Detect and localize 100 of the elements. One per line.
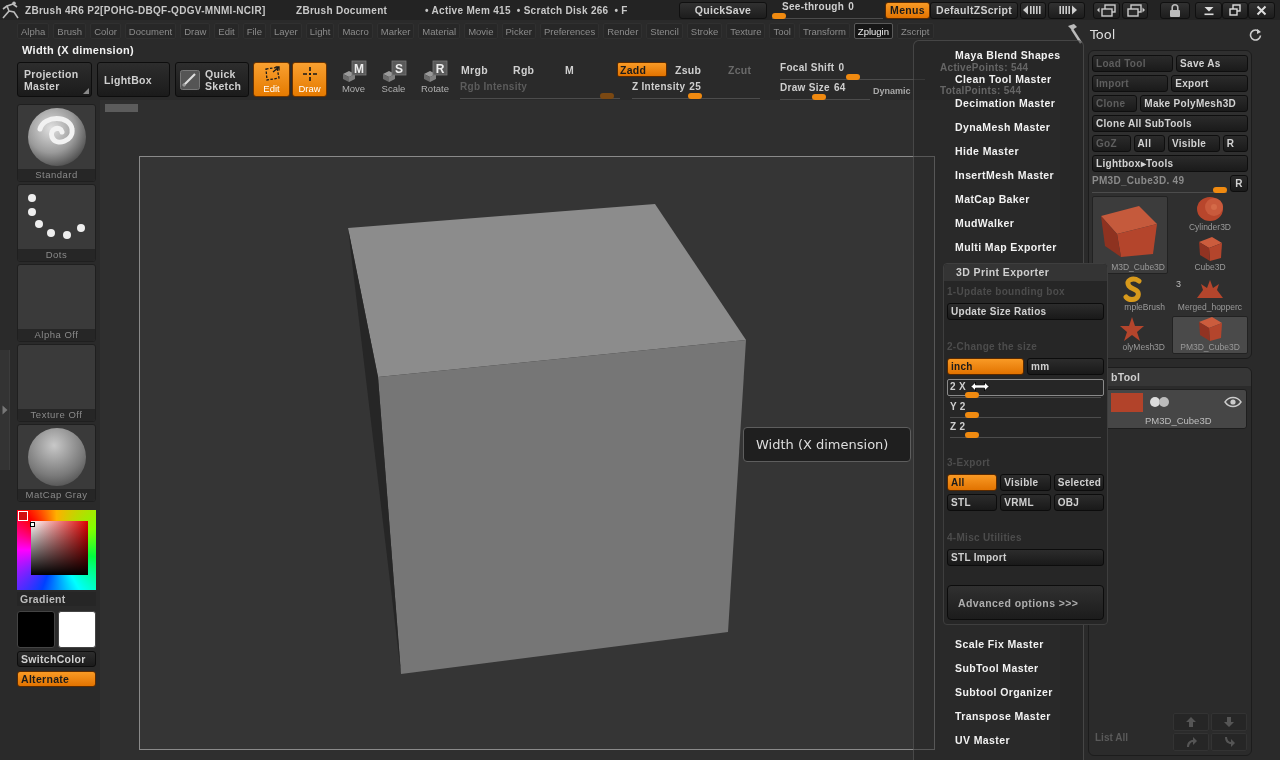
projection-master-button[interactable]: Projection Master [17, 62, 92, 97]
palette-button[interactable]: Clone All SubTools [1092, 115, 1248, 132]
brush-button[interactable]: Standard [17, 104, 96, 182]
move-button[interactable]: M Move [335, 62, 372, 97]
advanced-options-button[interactable]: Advanced options >>> [947, 585, 1104, 620]
scrollbar-thumb[interactable] [105, 104, 138, 112]
intensity-slider[interactable]: Z Intensity 25 [632, 81, 760, 99]
menu-item[interactable]: Maya Blend Shapes [955, 48, 1061, 62]
menu-tab[interactable]: Edit [214, 23, 239, 39]
color-swatch-icon[interactable] [58, 611, 96, 648]
menu-tab[interactable]: Stencil [646, 23, 683, 39]
panel-button[interactable]: Update Size Ratios [947, 303, 1104, 320]
channel-toggle[interactable]: Rgb [512, 62, 564, 77]
menu-tab[interactable]: Preferences [539, 23, 600, 39]
menu-tab[interactable]: Transform [798, 23, 850, 39]
minimize-button[interactable] [1195, 1, 1222, 19]
color-swatch-icon[interactable] [17, 611, 55, 648]
collapse-handle[interactable] [0, 350, 10, 470]
script-button[interactable]: DefaultZScript [930, 1, 1018, 19]
depth-mode-toggle[interactable]: Zadd [617, 62, 667, 77]
slider-thumb[interactable] [772, 13, 786, 19]
channel-toggle[interactable]: M [564, 62, 617, 77]
slider-track[interactable] [772, 13, 883, 19]
menu-tab[interactable]: Light [305, 23, 335, 39]
menu-item[interactable]: UV Master [955, 733, 1010, 747]
menu-tab[interactable]: Macro [338, 23, 373, 39]
tool-thumbnail[interactable]: Merged_hopperc 3 [1172, 276, 1248, 314]
tray-right-button[interactable] [1048, 1, 1085, 19]
menu-tab[interactable]: Render [603, 23, 643, 39]
option-button[interactable]: Selected [1053, 474, 1104, 491]
menu-tab[interactable]: Draw [180, 23, 211, 39]
palette-button[interactable]: Export [1171, 75, 1248, 92]
palette-button[interactable]: All [1133, 135, 1165, 152]
gradient-button[interactable]: Gradient [17, 592, 96, 606]
slider-thumb[interactable] [965, 432, 980, 438]
layout-button[interactable] [1122, 1, 1148, 19]
quick-sketch-button[interactable]: Quick Sketch [175, 62, 249, 97]
slider-thumb[interactable] [811, 94, 826, 100]
file-format-button[interactable]: OBJ [1053, 494, 1104, 511]
palette-button[interactable]: Make PolyMesh3D [1140, 95, 1248, 112]
dynamic-label[interactable]: Dynamic [873, 86, 911, 100]
menu-item[interactable]: Scale Fix Master [955, 637, 1044, 651]
slider-thumb[interactable] [1213, 187, 1227, 193]
menu-item[interactable]: Decimation Master [955, 96, 1056, 110]
color-picker[interactable] [17, 510, 96, 590]
tray-left-button[interactable] [1020, 1, 1046, 19]
layout-button[interactable] [1093, 1, 1120, 19]
menu-item[interactable]: DynaMesh Master [955, 120, 1051, 134]
menu-tab[interactable]: Stroke [686, 23, 723, 39]
menu-item[interactable]: Hide Master [955, 144, 1019, 158]
reset-button[interactable]: R [1230, 175, 1248, 192]
slider-thumb[interactable] [965, 392, 980, 398]
size-slider[interactable]: 2 X [947, 379, 1104, 396]
palette-button[interactable]: Visible [1167, 135, 1220, 152]
menu-item[interactable]: Clean Tool Master [955, 72, 1052, 86]
tool-thumbnail[interactable]: Cube3D [1172, 236, 1248, 274]
submenu-title[interactable]: 3D Print Exporter [944, 264, 1107, 281]
slider-track[interactable] [950, 432, 1101, 438]
see-through-slider[interactable]: See-through 0 [772, 1, 883, 19]
material-button[interactable]: MatCap Gray [17, 424, 96, 502]
quicksave-button[interactable]: QuickSave [679, 1, 767, 19]
alternate-button[interactable]: Alternate [17, 671, 96, 687]
alpha-button[interactable]: Alpha Off [17, 264, 96, 342]
menu-tab[interactable]: Alpha [17, 23, 50, 39]
slider-track[interactable] [950, 392, 1101, 398]
menu-item[interactable]: MatCap Baker [955, 192, 1030, 206]
texture-button[interactable]: Texture Off [17, 344, 96, 422]
menu-tab[interactable]: Tool [769, 23, 795, 39]
stroke-button[interactable]: Dots [17, 184, 96, 262]
menu-tab[interactable]: Material [418, 23, 461, 39]
current-tool-thumbnail[interactable]: M3D_Cube3D [1092, 196, 1168, 274]
option-button[interactable]: inch [947, 358, 1024, 375]
palette-button[interactable]: Save As [1176, 55, 1248, 72]
menu-tab[interactable]: Movie [464, 23, 498, 39]
slider-track[interactable] [1092, 187, 1227, 193]
slider-track[interactable] [780, 74, 925, 80]
menu-tab[interactable]: Zscript [897, 23, 934, 39]
slider-track[interactable] [950, 412, 1101, 418]
lock-button[interactable] [1160, 1, 1190, 19]
menu-item[interactable]: Subtool Organizer [955, 685, 1053, 699]
tool-slider[interactable]: PM3D_Cube3D. 49 [1092, 175, 1227, 193]
scale-button[interactable]: S Scale [375, 62, 412, 97]
switch-color-button[interactable]: SwitchColor [17, 651, 96, 667]
slider-thumb[interactable] [687, 93, 702, 99]
menu-tab[interactable]: Texture [726, 23, 766, 39]
menu-tab[interactable]: Layer [270, 23, 302, 39]
menus-button[interactable]: Menus [885, 1, 930, 19]
palette-button[interactable]: R [1222, 135, 1249, 152]
slider-thumb[interactable] [965, 412, 980, 418]
draw-slider[interactable]: Focal Shift 0 [780, 62, 925, 80]
option-button[interactable]: mm [1027, 358, 1104, 375]
menu-item[interactable]: MudWalker [955, 216, 1015, 230]
restore-button[interactable] [1222, 1, 1248, 19]
depth-mode-toggle[interactable]: Zsub [672, 62, 725, 77]
channel-toggle[interactable]: Mrgb [460, 62, 512, 77]
menu-item[interactable]: InsertMesh Master [955, 168, 1054, 182]
menu-tab[interactable]: Marker [376, 23, 415, 39]
menu-tab[interactable]: Picker [501, 23, 536, 39]
menu-tab[interactable]: File [242, 23, 266, 39]
tool-thumbnail[interactable]: Cylinder3D [1172, 196, 1248, 234]
